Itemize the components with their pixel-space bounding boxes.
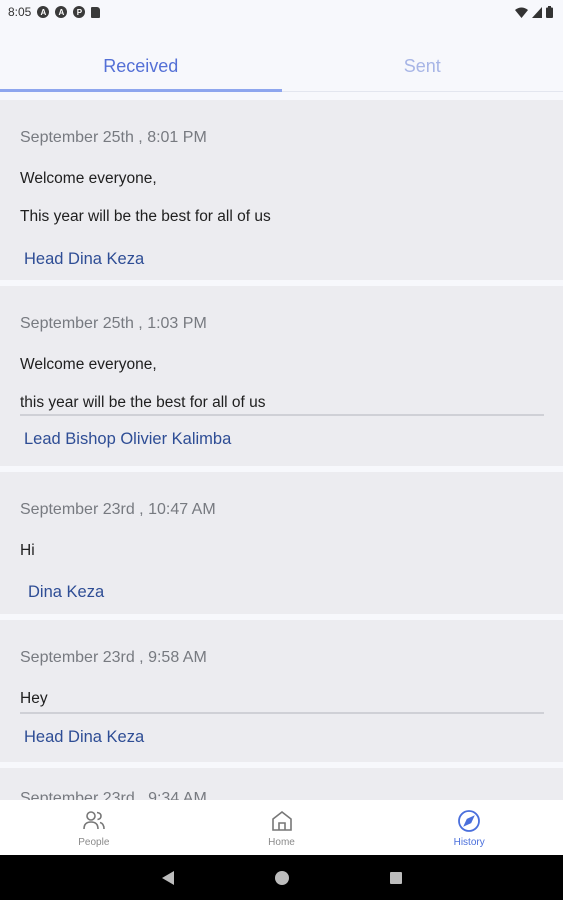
sd-card-icon bbox=[91, 6, 101, 18]
message-card[interactable]: September 25th , 8:01 PM Welcome everyon… bbox=[0, 100, 563, 280]
status-right bbox=[515, 6, 553, 18]
status-bar: 8:05 A A P bbox=[0, 0, 563, 24]
message-line: Welcome everyone, bbox=[20, 356, 157, 373]
compass-icon bbox=[458, 809, 481, 832]
recents-button[interactable] bbox=[386, 868, 406, 888]
system-nav-bar bbox=[0, 855, 563, 900]
nav-history[interactable]: History bbox=[375, 800, 563, 855]
nav-people[interactable]: People bbox=[0, 800, 188, 855]
message-sender[interactable]: Head Dina Keza bbox=[24, 250, 144, 269]
nav-people-label: People bbox=[78, 836, 110, 848]
tab-received-label: Received bbox=[103, 55, 179, 76]
message-line: this year will be the best for all of us bbox=[20, 394, 266, 411]
message-line: Welcome everyone, bbox=[20, 170, 157, 187]
message-date: September 25th , 8:01 PM bbox=[20, 129, 207, 146]
status-time: 8:05 bbox=[8, 5, 32, 19]
message-sender[interactable]: Lead Bishop Olivier Kalimba bbox=[24, 430, 231, 449]
tab-sent[interactable]: Sent bbox=[282, 45, 563, 91]
tab-received[interactable]: Received bbox=[0, 45, 282, 92]
message-date: September 25th , 1:03 PM bbox=[20, 315, 207, 332]
home-system-button[interactable] bbox=[272, 868, 292, 888]
message-sender[interactable]: Head Dina Keza bbox=[24, 728, 144, 747]
tab-sent-label: Sent bbox=[403, 55, 441, 76]
signal-icon bbox=[532, 6, 542, 18]
message-sender[interactable]: Dina Keza bbox=[28, 583, 104, 602]
tab-bar: Received Sent bbox=[0, 45, 563, 92]
nav-home[interactable]: Home bbox=[188, 800, 376, 855]
message-line: Hi bbox=[20, 542, 35, 559]
message-divider bbox=[20, 414, 544, 416]
message-card[interactable]: September 25th , 1:03 PM Welcome everyon… bbox=[0, 286, 563, 466]
home-circle-icon bbox=[274, 870, 289, 885]
back-triangle-icon bbox=[161, 870, 174, 885]
people-icon bbox=[83, 810, 105, 829]
status-left: 8:05 A A P bbox=[8, 5, 101, 19]
message-date: September 23rd , 9:58 AM bbox=[20, 649, 207, 666]
message-divider bbox=[20, 712, 544, 714]
message-line: Hey bbox=[20, 690, 48, 707]
message-card[interactable]: September 23rd , 10:47 AM Hi Dina Keza bbox=[0, 472, 563, 614]
message-card[interactable]: September 23rd , 9:58 AM Hey Head Dina K… bbox=[0, 620, 563, 762]
message-date: September 23rd , 9:34 AM bbox=[20, 790, 207, 800]
message-date: September 23rd , 10:47 AM bbox=[20, 501, 216, 518]
message-line: This year will be the best for all of us bbox=[20, 208, 271, 225]
bottom-nav: People Home History bbox=[0, 800, 563, 855]
home-icon bbox=[271, 810, 292, 831]
recents-square-icon bbox=[389, 871, 402, 884]
back-button[interactable] bbox=[158, 868, 178, 888]
wifi-icon bbox=[515, 7, 528, 18]
nav-history-label: History bbox=[453, 836, 485, 848]
message-list[interactable]: September 25th , 8:01 PM Welcome everyon… bbox=[0, 94, 563, 800]
notification-a2-icon: A bbox=[55, 6, 68, 18]
nav-home-label: Home bbox=[268, 836, 295, 848]
battery-icon bbox=[546, 6, 553, 18]
notification-a-icon: A bbox=[37, 6, 50, 18]
notification-p-icon: P bbox=[73, 6, 86, 18]
message-card[interactable]: September 23rd , 9:34 AM bbox=[0, 768, 563, 800]
